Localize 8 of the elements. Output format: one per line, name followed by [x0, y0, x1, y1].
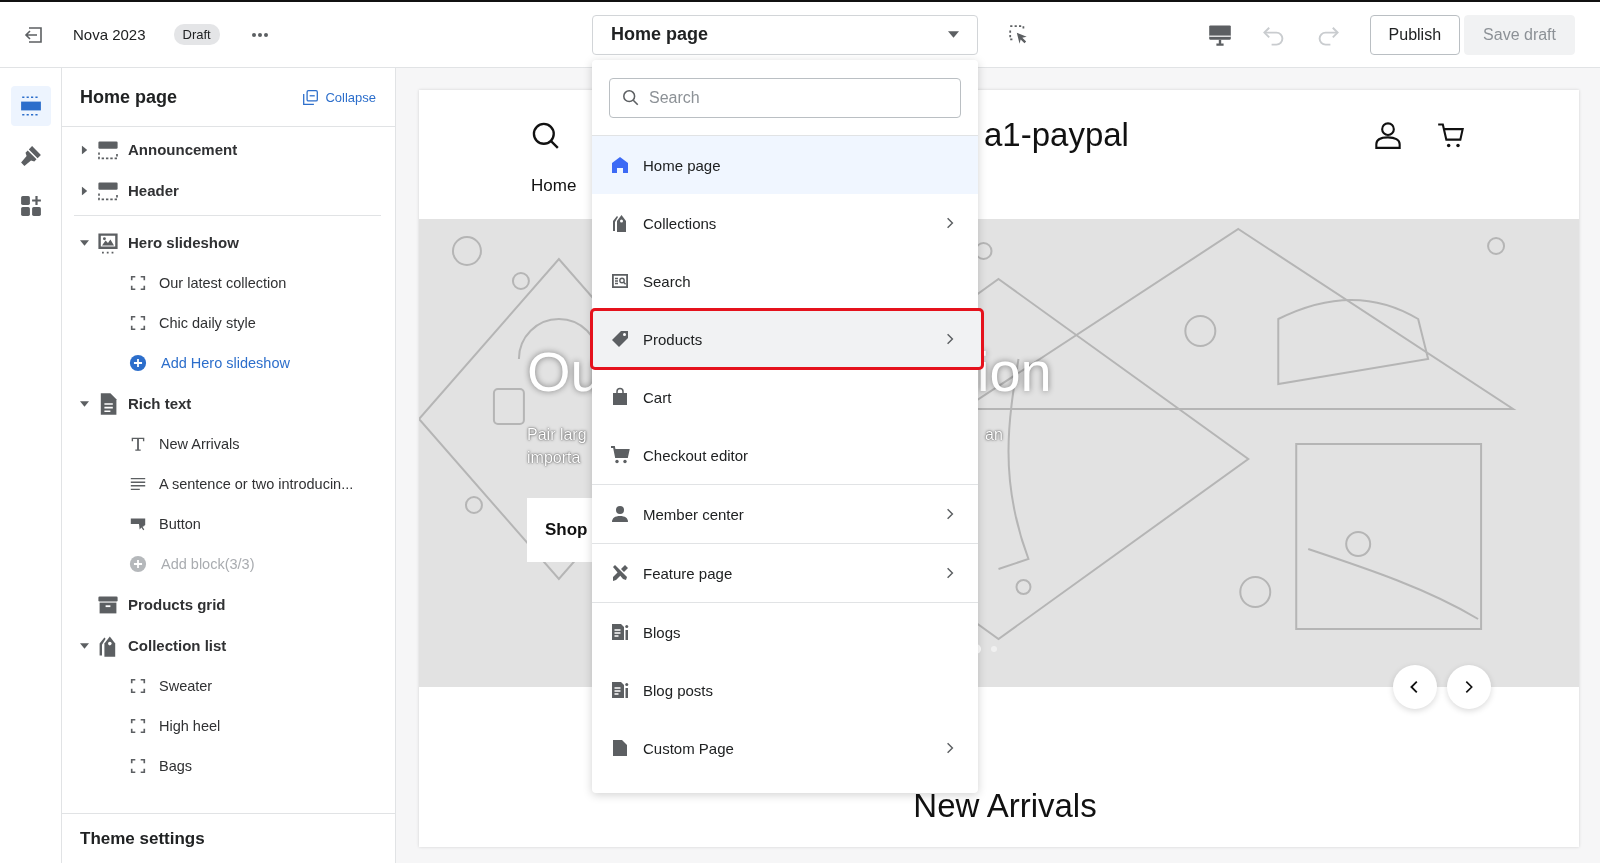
panel-title: Home page — [80, 86, 178, 108]
hero-text: importa — [527, 448, 582, 469]
section-heading: New Arrivals — [913, 787, 1097, 825]
hero-text: an — [985, 425, 1003, 445]
status-badge: Draft — [173, 24, 220, 45]
store-logo: a1-paypal — [984, 116, 1129, 154]
store-name: Nova 2023 — [73, 26, 146, 43]
hero-text: Pair larg — [527, 425, 587, 446]
